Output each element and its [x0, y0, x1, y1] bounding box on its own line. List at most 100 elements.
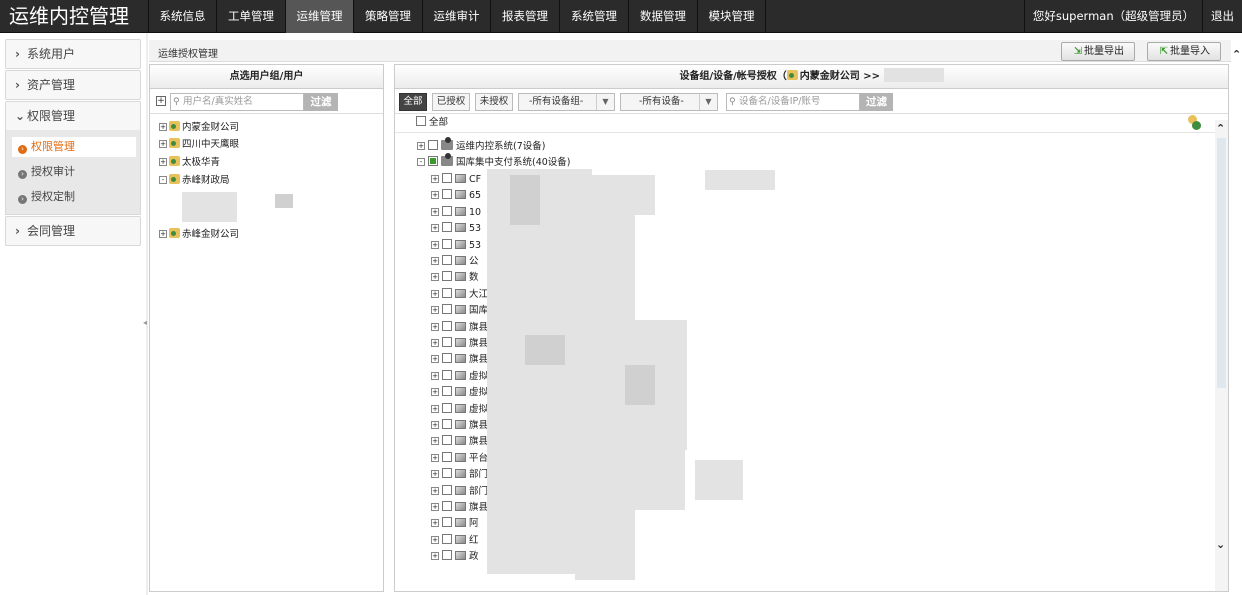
- nav-reports[interactable]: 报表管理: [490, 0, 559, 33]
- expand-icon[interactable]: +: [431, 486, 439, 495]
- batch-import-button[interactable]: ⇱ 批量导入: [1147, 42, 1221, 61]
- checkbox[interactable]: [442, 550, 452, 561]
- system-node[interactable]: + 运维内控系统(7设备): [417, 137, 545, 154]
- user-filter-button[interactable]: 过滤: [304, 93, 338, 111]
- checkbox-partial[interactable]: [428, 156, 438, 166]
- tree-node-group[interactable]: + 太极华青: [159, 156, 220, 170]
- device-node[interactable]: + 虚拟: [431, 386, 488, 400]
- collapse-icon[interactable]: -: [417, 158, 425, 166]
- nav-ops-management[interactable]: 运维管理: [285, 0, 353, 33]
- expand-icon[interactable]: +: [431, 240, 439, 249]
- checkbox[interactable]: [442, 271, 452, 282]
- device-node[interactable]: + 旗县: [431, 419, 488, 433]
- checkbox[interactable]: [442, 402, 452, 413]
- device-node[interactable]: + 公: [431, 255, 479, 269]
- tab-unauthorized[interactable]: 未授权: [475, 93, 513, 111]
- sidebar-item-authorization-custom[interactable]: › 授权定制: [12, 187, 136, 207]
- device-search-input[interactable]: ⚲ 设备名/设备IP/账号: [726, 93, 860, 111]
- scroll-up-icon[interactable]: ⌃: [1216, 122, 1225, 135]
- expand-icon[interactable]: +: [431, 437, 439, 446]
- checkbox[interactable]: [442, 369, 452, 380]
- expand-icon[interactable]: +: [431, 224, 439, 233]
- checkbox[interactable]: [442, 205, 452, 216]
- checkbox[interactable]: [442, 255, 452, 265]
- checkbox[interactable]: [442, 222, 452, 233]
- checkbox[interactable]: [442, 484, 452, 495]
- sidebar-group-assets[interactable]: › 资产管理: [5, 70, 141, 100]
- page-scrollbar[interactable]: [1231, 40, 1242, 595]
- nav-data-management[interactable]: 数据管理: [628, 0, 697, 33]
- expand-icon[interactable]: +: [431, 503, 439, 511]
- device-filter-button[interactable]: 过滤: [860, 93, 893, 111]
- expand-icon[interactable]: +: [431, 453, 439, 462]
- tab-authorized[interactable]: 已授权: [432, 93, 470, 111]
- expand-icon[interactable]: +: [431, 191, 439, 200]
- scroll-down-icon[interactable]: ⌄: [1216, 538, 1225, 551]
- system-node[interactable]: - 国库集中支付系统(40设备): [417, 153, 571, 170]
- nav-system-management[interactable]: 系统管理: [559, 0, 628, 33]
- nav-module-management[interactable]: 模块管理: [697, 0, 766, 33]
- expand-icon[interactable]: +: [431, 273, 439, 282]
- sidebar-group-contract[interactable]: › 会同管理: [5, 216, 141, 246]
- sidebar-item-permission-management[interactable]: › 权限管理: [12, 137, 136, 157]
- expand-icon[interactable]: +: [431, 339, 439, 347]
- nav-policy-management[interactable]: 策略管理: [353, 0, 422, 33]
- refresh-users-icon[interactable]: [1186, 115, 1202, 131]
- checkbox[interactable]: [442, 419, 452, 429]
- device-node[interactable]: + 大江: [431, 287, 488, 302]
- nav-work-orders[interactable]: 工单管理: [216, 0, 285, 33]
- checkbox[interactable]: [442, 468, 452, 479]
- sidebar-item-authorization-audit[interactable]: › 授权审计: [12, 162, 136, 182]
- expand-icon[interactable]: +: [417, 142, 425, 150]
- checkbox[interactable]: [442, 320, 452, 331]
- tree-node-group[interactable]: + 内蒙金财公司: [159, 121, 239, 135]
- expand-icon[interactable]: +: [431, 306, 439, 315]
- device-node[interactable]: + 虚拟: [431, 402, 488, 417]
- tree-node-group[interactable]: + 四川中天鹰眼: [159, 138, 239, 152]
- device-group-select[interactable]: -所有设备组- ▼: [518, 93, 615, 111]
- nav-system-info[interactable]: 系统信息: [148, 0, 216, 33]
- expand-icon[interactable]: +: [431, 371, 439, 380]
- checkbox[interactable]: [442, 451, 452, 462]
- device-node[interactable]: + 平台: [431, 451, 488, 466]
- expand-icon[interactable]: +: [159, 123, 167, 131]
- logout-link[interactable]: 退出: [1202, 0, 1242, 33]
- device-node[interactable]: + 旗县: [431, 435, 488, 449]
- checkbox[interactable]: [442, 337, 452, 347]
- device-select[interactable]: -所有设备- ▼: [620, 93, 718, 111]
- expand-icon[interactable]: +: [431, 175, 439, 183]
- batch-export-button[interactable]: ⇲ 批量导出: [1061, 42, 1135, 61]
- sidebar-group-permissions[interactable]: ⌄ 权限管理: [5, 101, 141, 131]
- collapse-sidebar-icon[interactable]: ◂: [143, 318, 147, 327]
- tree-node-group[interactable]: + 赤峰金财公司: [159, 228, 239, 242]
- expand-icon[interactable]: +: [431, 421, 439, 429]
- expand-icon[interactable]: +: [159, 230, 167, 238]
- checkbox[interactable]: [442, 287, 452, 298]
- tab-all[interactable]: 全部: [399, 93, 427, 111]
- user-search-input[interactable]: ⚲ 用户名/真实姓名: [170, 93, 304, 111]
- checkbox[interactable]: [442, 353, 452, 364]
- device-node[interactable]: + CF: [431, 173, 481, 187]
- select-all-checkbox[interactable]: 全部: [416, 116, 448, 130]
- device-node[interactable]: +53: [431, 238, 481, 253]
- expand-all-icon[interactable]: +: [156, 96, 166, 106]
- collapse-icon[interactable]: -: [159, 176, 167, 184]
- checkbox[interactable]: [442, 533, 452, 544]
- checkbox[interactable]: [442, 238, 452, 249]
- expand-icon[interactable]: +: [431, 470, 439, 479]
- expand-icon[interactable]: +: [431, 322, 439, 331]
- expand-icon[interactable]: +: [431, 355, 439, 364]
- checkbox[interactable]: [442, 304, 452, 315]
- device-node[interactable]: + 数: [431, 271, 479, 285]
- device-node[interactable]: + 国库: [431, 304, 488, 318]
- checkbox[interactable]: [428, 140, 438, 150]
- device-node[interactable]: + 旗县: [431, 353, 488, 367]
- device-node[interactable]: + 部门: [431, 468, 488, 482]
- checkbox[interactable]: [442, 386, 452, 397]
- page-scroll-up-icon[interactable]: ⌃: [1232, 48, 1241, 61]
- device-node[interactable]: +10: [431, 205, 481, 220]
- sidebar-group-system-users[interactable]: › 系统用户: [5, 39, 141, 69]
- checkbox[interactable]: [442, 173, 452, 183]
- expand-icon[interactable]: +: [431, 207, 439, 216]
- nav-ops-audit[interactable]: 运维审计: [422, 0, 490, 33]
